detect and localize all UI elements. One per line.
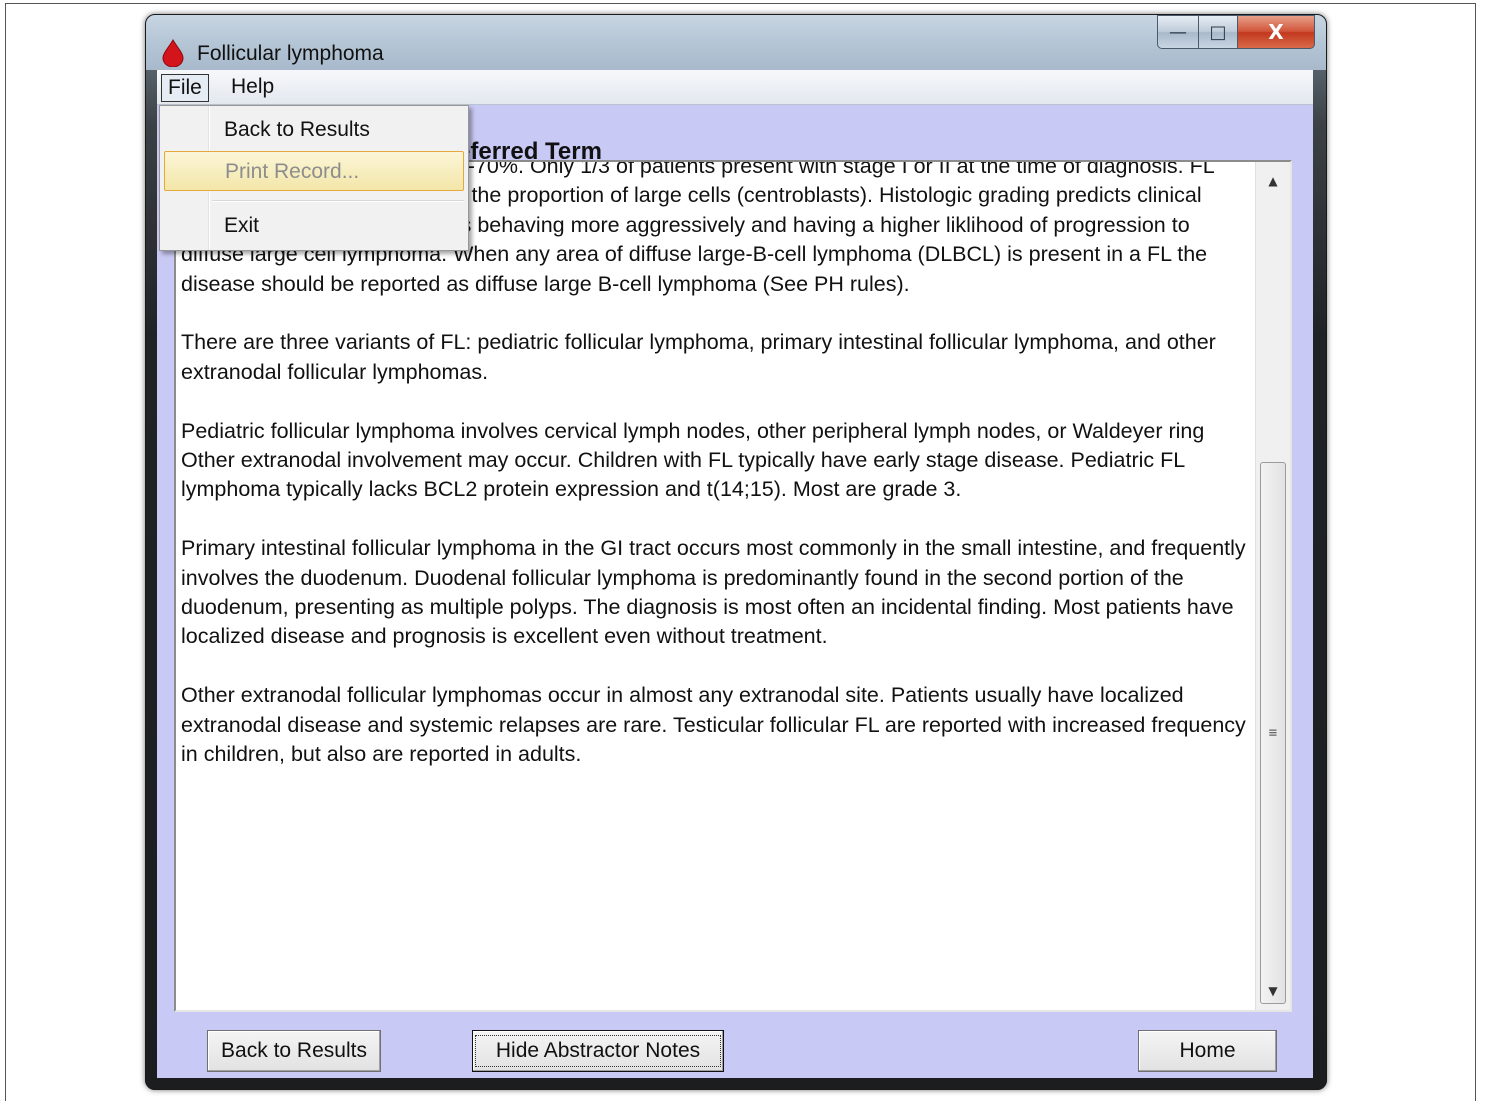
paragraph: Other extranodal follicular lymphomas oc…	[181, 683, 1246, 767]
grip-icon: ≡	[1268, 725, 1278, 741]
scroll-up-arrow-icon[interactable]: ▲	[1256, 166, 1290, 196]
menu-item-back-to-results[interactable]: Back to Results	[164, 110, 464, 150]
paragraph: Pediatric follicular lymphoma involves c…	[181, 418, 1205, 502]
maximize-icon: □	[1209, 21, 1227, 43]
notes-text-area[interactable]: Bone marrow is involved in 40-70%. Only …	[174, 160, 1292, 1012]
scroll-thumb[interactable]: ≡	[1260, 462, 1286, 1004]
vertical-scrollbar[interactable]: ▲ ≡ ▼	[1255, 162, 1290, 1010]
paragraph: Primary intestinal follicular lymphoma i…	[181, 536, 1246, 649]
menu-file[interactable]: File	[161, 74, 209, 102]
back-to-results-button[interactable]: Back to Results	[207, 1030, 381, 1072]
paragraph: There are three variants of FL: pediatri…	[181, 330, 1216, 384]
close-icon: X	[1268, 20, 1284, 44]
maximize-button[interactable]: □	[1199, 15, 1238, 49]
menu-item-print-record[interactable]: Print Record...	[164, 151, 464, 191]
menu-help[interactable]: Help	[225, 74, 280, 100]
menu-item-exit[interactable]: Exit	[164, 206, 464, 246]
blood-drop-icon	[162, 39, 184, 67]
minimize-icon: —	[1169, 21, 1187, 43]
menu-bar: File Help	[157, 70, 1313, 105]
hide-abstractor-notes-button[interactable]: Hide Abstractor Notes	[472, 1030, 724, 1072]
menu-separator	[212, 200, 464, 202]
window-title: Follicular lymphoma	[197, 42, 384, 65]
caption-buttons: — □ X	[1157, 15, 1315, 49]
home-button[interactable]: Home	[1138, 1030, 1277, 1072]
minimize-button[interactable]: —	[1157, 15, 1199, 49]
scroll-down-arrow-icon[interactable]: ▼	[1256, 976, 1290, 1006]
file-menu-dropdown: Back to Results Print Record... Exit	[159, 105, 469, 251]
title-bar[interactable]: Follicular lymphoma — □ X	[145, 14, 1327, 70]
notes-text: Bone marrow is involved in 40-70%. Only …	[181, 162, 1253, 799]
close-button[interactable]: X	[1238, 15, 1315, 49]
hide-abstractor-notes-label: Hide Abstractor Notes	[474, 1035, 722, 1067]
